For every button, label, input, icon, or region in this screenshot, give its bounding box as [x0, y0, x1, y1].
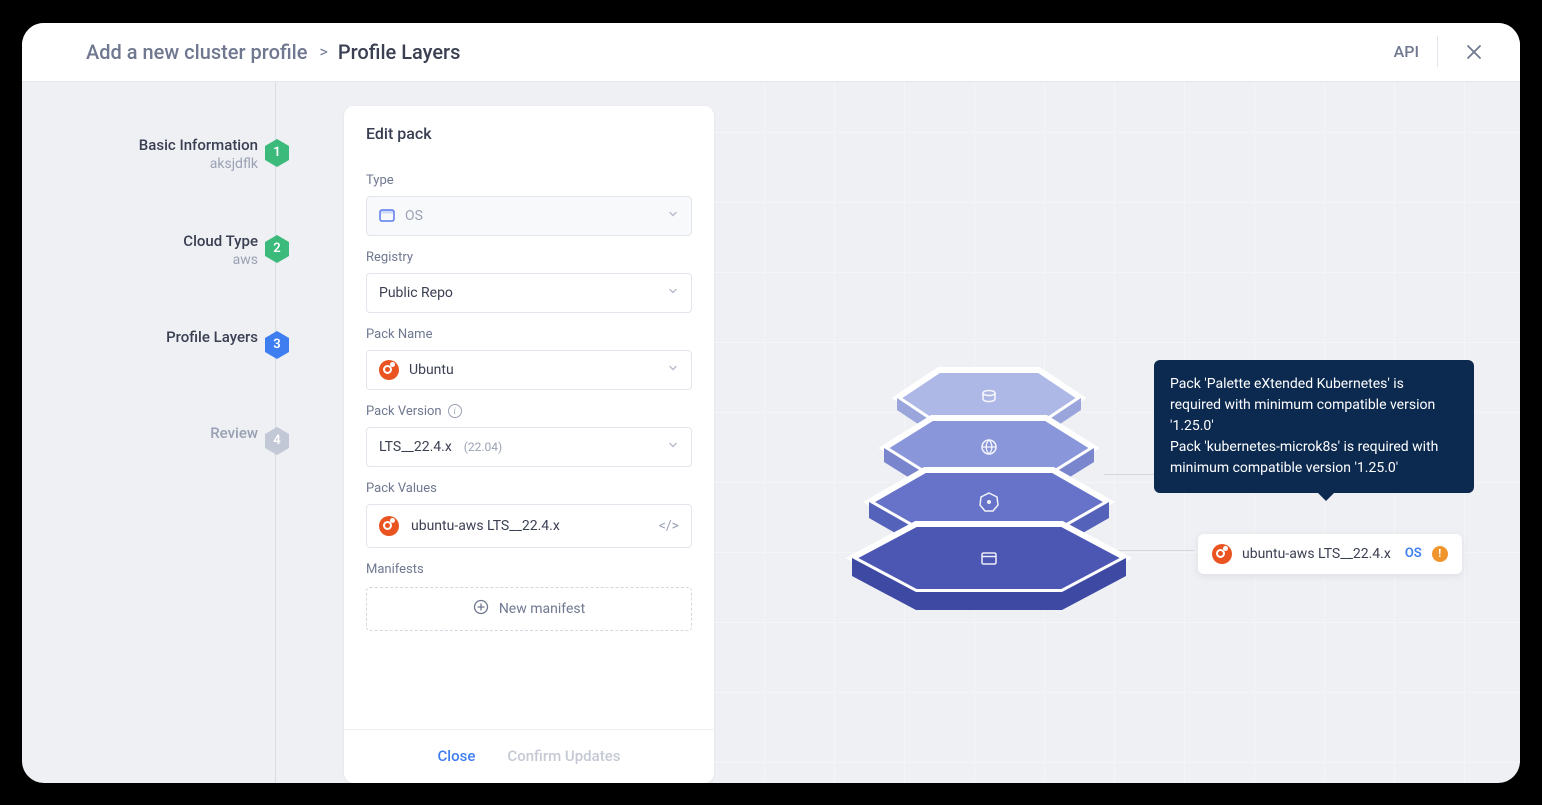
step-badge: 2 — [262, 234, 292, 264]
step-cloud-type[interactable]: Cloud Type aws 2 — [22, 228, 312, 324]
chevron-down-icon — [667, 362, 679, 378]
chevron-down-icon — [667, 285, 679, 301]
packversion-value: LTS__22.4.x — [379, 439, 452, 455]
tooltip-line: Pack 'kubernetes-microk8s' is required w… — [1170, 437, 1458, 479]
chip-badge: OS — [1405, 546, 1422, 561]
breadcrumb-separator: > — [319, 42, 327, 61]
new-manifest-label: New manifest — [499, 601, 585, 617]
preview-canvas: Pack 'Palette eXtended Kubernetes' is re… — [714, 82, 1520, 783]
packversion-select[interactable]: LTS__22.4.x (22.04) — [366, 427, 692, 467]
warning-icon: ! — [1432, 546, 1448, 562]
step-profile-layers[interactable]: Profile Layers 3 — [22, 324, 312, 420]
plus-circle-icon — [473, 599, 489, 619]
packname-label: Pack Name — [366, 327, 692, 342]
step-title: Profile Layers — [166, 328, 258, 346]
step-badge: 4 — [262, 426, 292, 456]
type-value: OS — [405, 208, 423, 224]
panel-title: Edit pack — [344, 106, 714, 155]
close-icon[interactable] — [1456, 34, 1492, 70]
step-title: Basic Information — [139, 136, 258, 154]
registry-select[interactable]: Public Repo — [366, 273, 692, 313]
step-number: 4 — [273, 433, 280, 448]
step-badge: 3 — [262, 330, 292, 360]
body: Basic Information aksjdflk 1 Cloud Type … — [22, 82, 1520, 783]
layer-info-chip[interactable]: ubuntu-aws LTS__22.4.x OS ! — [1198, 534, 1462, 574]
step-title: Review — [210, 424, 258, 442]
step-title: Cloud Type — [183, 232, 258, 250]
packvalues-row[interactable]: ubuntu-aws LTS__22.4.x </> — [366, 504, 692, 548]
packname-value: Ubuntu — [409, 362, 454, 378]
step-basic-info[interactable]: Basic Information aksjdflk 1 — [22, 132, 312, 228]
step-number: 2 — [273, 241, 280, 256]
layer-os[interactable] — [844, 516, 1134, 616]
packname-select[interactable]: Ubuntu — [366, 350, 692, 390]
step-badge: 1 — [262, 138, 292, 168]
packvalues-label: Pack Values — [366, 481, 692, 496]
type-select[interactable]: OS — [366, 196, 692, 236]
confirm-updates-button[interactable]: Confirm Updates — [507, 747, 620, 765]
step-subtitle: aksjdflk — [139, 156, 258, 172]
breadcrumb-title[interactable]: Add a new cluster profile — [86, 40, 307, 64]
packvalues-value: ubuntu-aws LTS__22.4.x — [411, 518, 560, 534]
step-subtitle: aws — [183, 252, 258, 268]
chip-text: ubuntu-aws LTS__22.4.x — [1242, 546, 1391, 562]
panel-footer: Close Confirm Updates — [344, 729, 714, 783]
window: Add a new cluster profile > Profile Laye… — [22, 23, 1520, 783]
os-icon — [379, 208, 395, 224]
chevron-down-icon — [667, 208, 679, 224]
step-number: 3 — [273, 337, 280, 352]
network-icon — [980, 438, 998, 456]
window-icon — [980, 550, 998, 568]
packversion-suffix: (22.04) — [464, 440, 502, 454]
packversion-label: Pack Version i — [366, 404, 692, 419]
edit-pack-panel: Edit pack Type OS Registry Public Repo — [344, 106, 714, 783]
type-label: Type — [366, 173, 692, 188]
manifests-label: Manifests — [366, 562, 692, 577]
tooltip-line: Pack 'Palette eXtended Kubernetes' is re… — [1170, 374, 1458, 437]
step-number: 1 — [273, 145, 280, 160]
breadcrumb-current: Profile Layers — [338, 40, 461, 64]
k8s-icon — [979, 492, 999, 512]
ubuntu-icon — [379, 516, 399, 536]
storage-icon — [980, 388, 998, 406]
registry-label: Registry — [366, 250, 692, 265]
step-review[interactable]: Review 4 — [22, 420, 312, 516]
ubuntu-icon — [1212, 544, 1232, 564]
info-icon[interactable]: i — [448, 404, 462, 418]
chevron-down-icon — [667, 439, 679, 455]
new-manifest-button[interactable]: New manifest — [366, 587, 692, 631]
stepper: Basic Information aksjdflk 1 Cloud Type … — [22, 82, 312, 783]
header: Add a new cluster profile > Profile Laye… — [22, 23, 1520, 82]
close-button[interactable]: Close — [438, 747, 476, 765]
api-link[interactable]: API — [1376, 36, 1438, 67]
code-icon[interactable]: </> — [659, 518, 679, 534]
registry-value: Public Repo — [379, 285, 453, 301]
ubuntu-icon — [379, 360, 399, 380]
validation-tooltip: Pack 'Palette eXtended Kubernetes' is re… — [1154, 360, 1474, 493]
